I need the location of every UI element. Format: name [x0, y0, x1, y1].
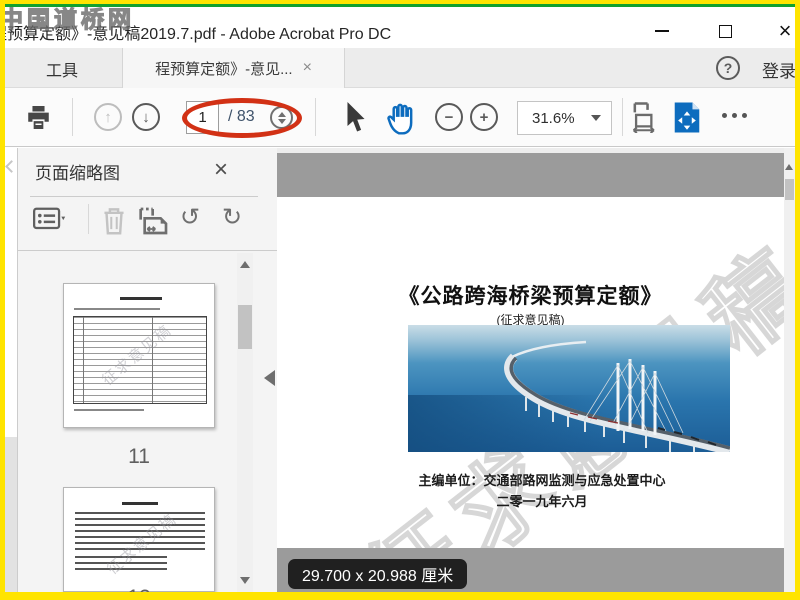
help-button[interactable]: ?	[716, 56, 740, 80]
resize-pages-icon	[139, 207, 168, 235]
thumb-line	[74, 308, 160, 310]
cursor-arrow-icon	[347, 102, 365, 132]
thumbnail-page-12[interactable]: 征求意见稿	[63, 487, 215, 592]
document-scrollbar[interactable]	[784, 148, 795, 592]
nav-rail-lower	[5, 437, 17, 592]
help-icon: ?	[723, 60, 733, 76]
arrow-down-icon: ↓	[142, 108, 150, 126]
fit-width-icon	[632, 102, 655, 133]
toolbar-separator	[72, 98, 73, 136]
red-ellipse-annotation	[182, 98, 302, 138]
thumb-line	[74, 409, 144, 411]
panel-title: 页面缩略图	[35, 164, 120, 183]
panel-separator	[88, 204, 89, 234]
print-button[interactable]	[24, 103, 53, 132]
more-tools-icon	[722, 113, 727, 118]
document-scrollbar-thumb[interactable]	[785, 179, 794, 200]
previous-page-button[interactable]: ↑	[94, 103, 122, 131]
maximize-icon	[718, 24, 732, 38]
rotate-cw-icon: ↻	[222, 204, 243, 231]
thumb-heading	[122, 502, 158, 505]
page-size-text: 29.700 x 20.988 厘米	[302, 568, 454, 585]
toolbar-separator	[622, 98, 623, 136]
sea-bridge-image	[408, 325, 730, 452]
zoom-out-button[interactable]: −	[435, 103, 463, 131]
minimize-button[interactable]	[645, 19, 679, 43]
maximize-button[interactable]	[708, 19, 742, 43]
thumbnail-page-11[interactable]: 征求意见稿	[63, 283, 215, 428]
more-tools-icon	[732, 113, 737, 118]
next-page-button[interactable]: ↓	[132, 103, 160, 131]
fit-page-button[interactable]	[672, 101, 702, 134]
zoom-level-select[interactable]: 31.6%	[517, 101, 612, 135]
bridge-photo	[408, 325, 730, 452]
page-size-badge: 29.700 x 20.988 厘米	[288, 559, 468, 589]
hand-tool-button[interactable]	[386, 100, 419, 135]
toolbar-separator	[315, 98, 316, 136]
options-icon	[33, 207, 66, 230]
pdf-date: 二零一九年六月	[496, 494, 588, 509]
pdf-page[interactable]: 征求意见稿 《公路跨海桥梁预算定额》 (征求意见稿)	[277, 197, 784, 548]
close-icon: ×	[778, 18, 792, 43]
rotate-ccw-button[interactable]: ↺	[180, 205, 200, 231]
minimize-icon	[655, 30, 669, 32]
fit-page-icon	[674, 102, 700, 133]
select-tool-button[interactable]	[344, 102, 368, 133]
panel-close-button[interactable]: ×	[214, 156, 228, 184]
thumbnail-label-11: 11	[128, 445, 150, 468]
trash-icon	[104, 208, 124, 235]
fit-width-button[interactable]	[631, 102, 659, 133]
tab-document[interactable]: 程预算定额》-意见... ×	[122, 48, 345, 88]
arrow-up-icon: ↑	[104, 108, 112, 126]
thumbnails-panel: 页面缩略图 × ↺ ↻ 征求意见稿 11 征求意见稿	[18, 148, 277, 600]
chevron-down-icon	[591, 115, 601, 121]
more-tools-icon	[742, 113, 747, 118]
pdf-publisher: 主编单位：交通部路网监测与应急处置中心	[418, 473, 666, 488]
hand-tool-icon	[387, 103, 413, 135]
main-toolbar: ↑ ↓ / 83 − + 31.6%	[0, 88, 800, 147]
frame-right	[795, 0, 800, 600]
scroll-down-icon[interactable]	[240, 577, 250, 584]
scroll-up-icon[interactable]	[785, 164, 793, 170]
divider	[30, 196, 258, 197]
resize-pages-button[interactable]	[138, 206, 170, 236]
zoom-in-button[interactable]: +	[470, 103, 498, 131]
printer-icon	[28, 106, 49, 129]
collapse-panel-button[interactable]	[264, 370, 275, 386]
acrobat-window: 程预算定额》-意见稿2019.7.pdf - Adobe Acrobat Pro…	[0, 0, 800, 600]
panel-scrollbar-thumb[interactable]	[238, 305, 252, 349]
tab-document-label: 程预算定额》-意见...	[155, 60, 293, 78]
zoom-level-value: 31.6%	[532, 109, 575, 127]
document-pane: 征求意见稿 《公路跨海桥梁预算定额》 (征求意见稿)	[277, 148, 784, 592]
more-tools-button[interactable]	[722, 113, 747, 118]
minus-icon: −	[444, 108, 454, 126]
rotate-ccw-icon: ↺	[180, 204, 201, 231]
scroll-up-icon[interactable]	[240, 261, 250, 268]
tab-tools[interactable]: 工具	[46, 57, 78, 81]
sign-in-button[interactable]: 登录	[762, 57, 795, 82]
tab-bar: 页 工具 程预算定额》-意见... ×	[0, 48, 800, 88]
pane-top-strip	[277, 148, 784, 153]
tab-close-icon[interactable]: ×	[303, 59, 312, 77]
frame-left	[0, 0, 5, 600]
pdf-title: 《公路跨海桥梁预算定额》	[398, 285, 663, 308]
thumb-heading	[120, 297, 162, 300]
delete-page-button[interactable]	[100, 206, 128, 236]
thumbnail-options-button[interactable]	[33, 206, 67, 233]
frame-bottom	[0, 592, 800, 600]
frame-green-line	[0, 4, 800, 7]
divider	[18, 250, 277, 251]
plus-icon: +	[479, 108, 489, 126]
rotate-cw-button[interactable]: ↻	[222, 205, 242, 231]
frame-top	[0, 0, 800, 4]
panel-scrollbar[interactable]	[237, 253, 253, 592]
